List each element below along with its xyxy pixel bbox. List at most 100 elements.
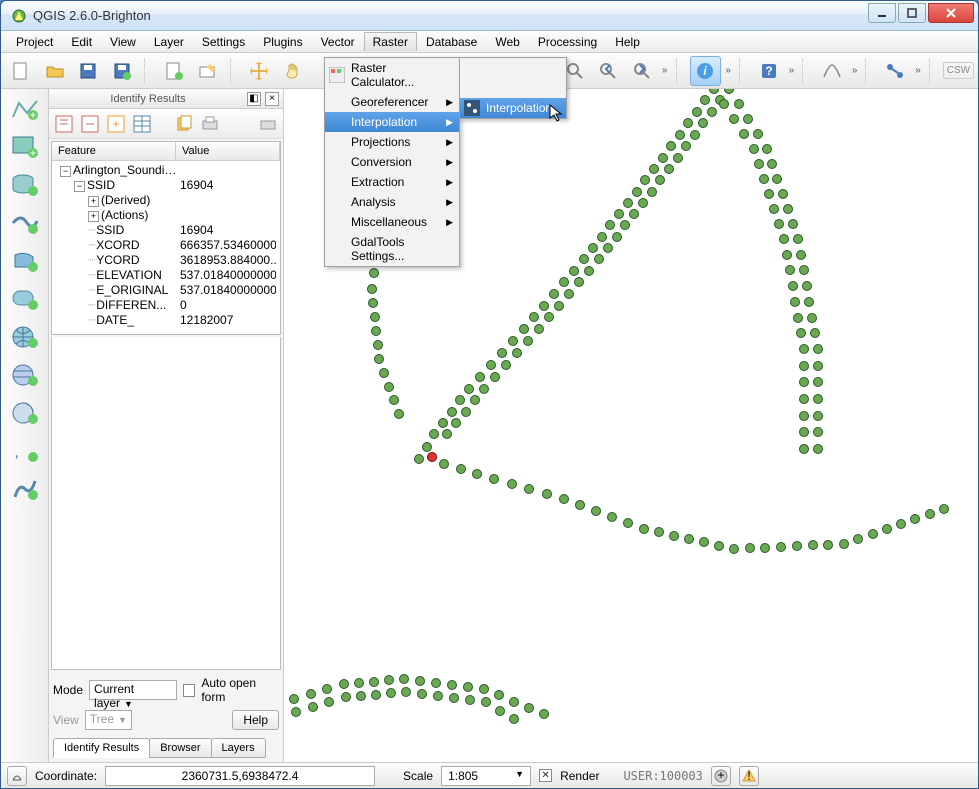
- toolbar-overflow-5[interactable]: »: [913, 65, 923, 76]
- menu-settings[interactable]: Settings: [193, 32, 254, 52]
- sounding-point[interactable]: [925, 509, 935, 519]
- sounding-point[interactable]: [640, 175, 650, 185]
- sounding-point[interactable]: [564, 289, 574, 299]
- sounding-point[interactable]: [324, 697, 334, 707]
- sounding-point[interactable]: [896, 519, 906, 529]
- sounding-point[interactable]: [796, 328, 806, 338]
- sounding-point[interactable]: [463, 682, 473, 692]
- sounding-point[interactable]: [539, 301, 549, 311]
- crs-button[interactable]: [7, 766, 27, 786]
- tab-identify[interactable]: Identify Results: [53, 738, 150, 758]
- sounding-point[interactable]: [813, 411, 823, 421]
- sounding-point[interactable]: [910, 514, 920, 524]
- sounding-point[interactable]: [415, 676, 425, 686]
- menu-plugins[interactable]: Plugins: [254, 32, 311, 52]
- sounding-point[interactable]: [639, 524, 649, 534]
- sounding-point[interactable]: [767, 159, 777, 169]
- sounding-point[interactable]: [399, 674, 409, 684]
- tab-browser[interactable]: Browser: [149, 738, 211, 758]
- close-button[interactable]: [928, 3, 974, 23]
- expand-icon[interactable]: +: [88, 211, 99, 222]
- menu-gdaltools[interactable]: GdalTools Settings...: [325, 232, 459, 266]
- sounding-point[interactable]: [451, 418, 461, 428]
- menu-analysis[interactable]: Analysis▶: [325, 192, 459, 212]
- sounding-point[interactable]: [369, 677, 379, 687]
- sounding-point[interactable]: [431, 678, 441, 688]
- add-wms-button[interactable]: [7, 321, 43, 353]
- menu-conversion[interactable]: Conversion▶: [325, 152, 459, 172]
- add-text-button[interactable]: [7, 283, 43, 315]
- sounding-point[interactable]: [542, 489, 552, 499]
- identify-button[interactable]: i: [690, 56, 722, 86]
- sounding-point[interactable]: [769, 204, 779, 214]
- sounding-point[interactable]: [729, 114, 739, 124]
- menu-vector[interactable]: Vector: [312, 32, 364, 52]
- sounding-point[interactable]: [776, 542, 786, 552]
- sounding-point[interactable]: [308, 702, 318, 712]
- minimize-button[interactable]: [868, 3, 896, 23]
- add-poly-button[interactable]: [7, 245, 43, 277]
- sounding-point[interactable]: [734, 99, 744, 109]
- sounding-point[interactable]: [707, 107, 717, 117]
- sounding-point[interactable]: [429, 429, 439, 439]
- sounding-point[interactable]: [354, 678, 364, 688]
- auto-open-checkbox[interactable]: [183, 684, 195, 697]
- sounding-point[interactable]: [384, 382, 394, 392]
- sounding-point[interactable]: [793, 313, 803, 323]
- sounding-point[interactable]: [339, 679, 349, 689]
- mode-select[interactable]: Current layer▼: [89, 680, 177, 700]
- expand-tree-button[interactable]: [53, 113, 75, 135]
- sounding-point[interactable]: [813, 361, 823, 371]
- tree-feat[interactable]: E_ORIGINAL: [96, 283, 168, 297]
- sounding-point[interactable]: [605, 220, 615, 230]
- toolbar-overflow-3[interactable]: »: [787, 65, 797, 76]
- new-project-button[interactable]: [5, 56, 37, 86]
- add-wfs-button[interactable]: [7, 397, 43, 429]
- sounding-point[interactable]: [683, 118, 693, 128]
- toolbar-overflow-2[interactable]: »: [723, 65, 733, 76]
- sounding-point[interactable]: [620, 220, 630, 230]
- coordinate-display[interactable]: 2360731.5,6938472.4: [105, 766, 375, 786]
- sounding-point[interactable]: [481, 697, 491, 707]
- sounding-point[interactable]: [799, 344, 809, 354]
- sounding-point[interactable]: [495, 706, 505, 716]
- sounding-point[interactable]: [684, 534, 694, 544]
- table-view-button[interactable]: [131, 113, 153, 135]
- sounding-point[interactable]: [754, 159, 764, 169]
- sounding-point[interactable]: [799, 377, 809, 387]
- sounding-point[interactable]: [699, 537, 709, 547]
- sounding-point[interactable]: [470, 395, 480, 405]
- menu-extraction[interactable]: Extraction▶: [325, 172, 459, 192]
- toolbar-overflow-4[interactable]: »: [850, 65, 860, 76]
- add-line-button[interactable]: [7, 207, 43, 239]
- sounding-point[interactable]: [575, 500, 585, 510]
- sounding-point[interactable]: [401, 687, 411, 697]
- add-gps-button[interactable]: [7, 473, 43, 505]
- graph-button[interactable]: [879, 56, 911, 86]
- sounding-point[interactable]: [813, 444, 823, 454]
- help-button[interactable]: Help: [232, 710, 279, 730]
- help-button[interactable]: ?: [753, 56, 785, 86]
- sounding-point[interactable]: [804, 297, 814, 307]
- sounding-point[interactable]: [370, 312, 380, 322]
- sounding-point[interactable]: [799, 394, 809, 404]
- sounding-point[interactable]: [793, 234, 803, 244]
- render-checkbox[interactable]: [539, 769, 552, 782]
- sounding-point[interactable]: [569, 266, 579, 276]
- sounding-point[interactable]: [607, 512, 617, 522]
- sounding-point[interactable]: [623, 518, 633, 528]
- submenu-interpolation[interactable]: Interpolation: [460, 98, 566, 118]
- sounding-point[interactable]: [749, 144, 759, 154]
- sounding-point[interactable]: [658, 153, 668, 163]
- sounding-point[interactable]: [853, 534, 863, 544]
- sounding-point[interactable]: [649, 164, 659, 174]
- sounding-point[interactable]: [465, 695, 475, 705]
- sounding-point[interactable]: [666, 141, 676, 151]
- menu-project[interactable]: Project: [7, 32, 62, 52]
- sounding-point[interactable]: [839, 539, 849, 549]
- sounding-point[interactable]: [614, 209, 624, 219]
- sounding-point[interactable]: [379, 368, 389, 378]
- sounding-point[interactable]: [700, 95, 710, 105]
- sounding-point[interactable]: [574, 277, 584, 287]
- sounding-point[interactable]: [785, 265, 795, 275]
